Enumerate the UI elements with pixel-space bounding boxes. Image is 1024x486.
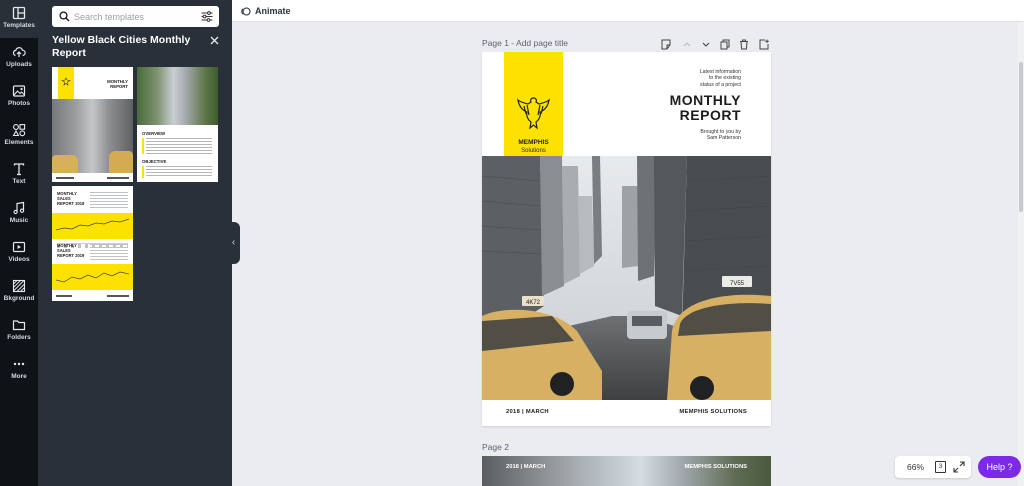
sidebar-item-bkground[interactable]: Bkground: [0, 273, 38, 311]
report-title[interactable]: MONTHLY REPORT: [601, 93, 741, 123]
brand-subtitle: Solutions: [521, 148, 546, 154]
template-thumb-sales[interactable]: MONTHLY SALES REPORT 2018 MONTHLY SALES …: [52, 186, 133, 301]
sidebar-item-uploads[interactable]: Uploads: [0, 39, 38, 77]
info-line: status of a project: [700, 81, 741, 88]
add-page-icon[interactable]: [759, 37, 769, 50]
folder-icon: [12, 320, 26, 331]
filter-sliders-icon[interactable]: [201, 11, 213, 22]
sidebar-item-label: Text: [12, 178, 26, 185]
page-1-title[interactable]: Page 1 - Add page title: [482, 38, 568, 48]
close-icon[interactable]: [210, 36, 219, 45]
info-text[interactable]: Latest information to the existing statu…: [631, 69, 741, 88]
thumb-cover-title: MONTHLY REPORT: [107, 79, 128, 89]
sidebar-item-photos[interactable]: Photos: [0, 78, 38, 116]
sidebar-item-label: More: [11, 373, 27, 380]
sidebar-item-elements[interactable]: Elements: [0, 117, 38, 155]
sidebar-item-music[interactable]: Music: [0, 195, 38, 233]
sidebar-item-folders[interactable]: Folders: [0, 312, 38, 350]
taxi-plate-1: 4K72: [526, 300, 541, 306]
expand-icon[interactable]: [953, 461, 965, 473]
search-icon: [59, 11, 70, 22]
move-up-icon[interactable]: [682, 37, 692, 48]
text-icon: [13, 163, 25, 176]
notes-icon[interactable]: [661, 37, 671, 50]
thumb-chart-2019: [52, 264, 133, 290]
sidebar-item-label: Templates: [3, 22, 35, 29]
sidebar-item-label: Bkground: [3, 295, 35, 302]
animate-icon: [241, 6, 251, 16]
icon-rail: Templates Uploads Photos Elements Text M…: [0, 0, 38, 486]
document-page-1[interactable]: MEMPHIS Solutions Latest information to …: [482, 52, 771, 426]
thumb-chart-2018: [52, 213, 133, 239]
zoom-level[interactable]: 66%: [907, 462, 924, 472]
sidebar-item-label: Folders: [7, 334, 31, 341]
page-2-title[interactable]: Page 2: [482, 442, 509, 452]
animate-button[interactable]: Animate: [240, 4, 291, 18]
sidebar-item-text[interactable]: Text: [0, 156, 38, 194]
sidebar-item-label: Music: [9, 217, 29, 224]
report-title-line-2: REPORT: [679, 107, 741, 123]
eagle-logo-icon: [517, 97, 550, 130]
delete-page-icon[interactable]: [739, 37, 749, 50]
move-down-icon[interactable]: [701, 37, 711, 48]
page2-footer-company: MEMPHIS SOLUTIONS: [684, 464, 747, 470]
footer-company[interactable]: MEMPHIS SOLUTIONS: [679, 409, 747, 415]
thumb-sales-2019-title: MONTHLY SALES REPORT 2019: [57, 243, 85, 258]
shapes-icon: [12, 124, 26, 137]
template-thumb-overview[interactable]: OVERVIEW OBJECTIVE: [137, 67, 218, 182]
page-toolbar: [661, 37, 771, 50]
page2-footer-date: 2018 | MARCH: [506, 464, 546, 470]
sidebar-item-videos[interactable]: Videos: [0, 234, 38, 272]
search-box: [52, 6, 219, 27]
page-count-button[interactable]: 3: [935, 461, 946, 473]
author-line: Sam Patterson: [706, 135, 741, 142]
templates-icon: [12, 6, 26, 20]
animate-label: Animate: [255, 6, 291, 16]
background-pattern-icon: [12, 279, 26, 293]
brand-yellow-box[interactable]: MEMPHIS Solutions: [504, 52, 563, 168]
help-button[interactable]: Help ?: [978, 456, 1021, 478]
sidebar-item-more[interactable]: More: [0, 351, 38, 389]
report-title-line-1: MONTHLY: [669, 92, 741, 108]
duplicate-page-icon[interactable]: [720, 37, 730, 50]
search-input[interactable]: [74, 9, 194, 24]
brand-name: MEMPHIS: [518, 139, 549, 146]
zoom-controls: 66% 3: [895, 456, 971, 478]
author-text[interactable]: Brought to you by Sam Patterson: [631, 129, 741, 142]
taxi-plate-2: 7V55: [730, 281, 745, 287]
eagle-logo-icon: [61, 77, 71, 86]
upload-cloud-icon: [12, 47, 26, 57]
document-page-2[interactable]: 2018 | MARCH MEMPHIS SOLUTIONS: [482, 456, 771, 486]
top-bar: Animate: [232, 0, 1024, 22]
photo-icon: [12, 85, 26, 97]
collapse-panel-button[interactable]: ‹: [227, 222, 240, 264]
canvas-scrollbar[interactable]: [1018, 22, 1024, 486]
music-note-icon: [13, 201, 25, 215]
templates-panel: Yellow Black Cities Monthly Report MONTH…: [38, 0, 232, 486]
template-title: Yellow Black Cities Monthly Report: [52, 34, 191, 59]
template-thumb-cover[interactable]: MONTHLY REPORT: [52, 67, 133, 182]
sidebar-item-label: Uploads: [6, 61, 32, 68]
video-play-icon: [12, 241, 26, 253]
chevron-left-icon: ‹: [231, 237, 236, 248]
thumb-street-photo: [137, 67, 218, 125]
thumb-objective-heading: OBJECTIVE: [142, 159, 167, 164]
more-dots-icon: [13, 362, 25, 366]
thumb-overview-heading: OVERVIEW: [142, 131, 166, 136]
footer-date[interactable]: 2018 | MARCH: [506, 409, 549, 415]
thumb-sales-2018-title: MONTHLY SALES REPORT 2018: [57, 191, 85, 206]
sidebar-item-label: Elements: [4, 139, 34, 146]
sidebar-item-label: Photos: [7, 100, 31, 107]
sidebar-item-label: Videos: [8, 256, 30, 263]
city-taxi-photo[interactable]: 4K72 7V55: [482, 156, 771, 400]
thumb-city-photo: [52, 99, 133, 173]
sidebar-item-templates[interactable]: Templates: [0, 0, 38, 38]
